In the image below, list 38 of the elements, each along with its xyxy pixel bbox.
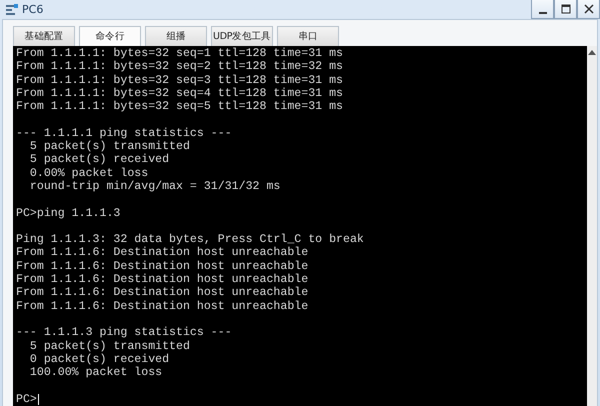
- terminal-line: 5 packet(s) received: [28, 153, 170, 167]
- minimize-button[interactable]: [531, 0, 554, 19]
- terminal-line: From 1.1.1.1: bytes=32 seq=4 ttl=128 time=31 ms: [16, 86, 343, 100]
- terminal-line: From 1.1.1.6: Destination host unreachable: [16, 273, 308, 286]
- terminal-line: round-trip min/avg/max = 31/31/32 ms: [28, 180, 280, 194]
- terminal-line: 5 packet(s) transmitted: [28, 140, 190, 154]
- close-icon: [584, 4, 594, 14]
- tab[interactable]: 串口: [277, 26, 339, 46]
- terminal-line: From 1.1.1.1: bytes=32 seq=1 ttl=128 time=31 ms: [16, 47, 343, 60]
- terminal-line: From 1.1.1.6: Destination host unreachable: [16, 260, 308, 274]
- window-title: PC6: [22, 3, 44, 16]
- maximize-icon: [560, 4, 570, 14]
- terminal-line: --- 1.1.1.1 ping statistics ---: [16, 126, 232, 140]
- terminal-line: 0 packet(s) received: [28, 352, 170, 366]
- scrollbar[interactable]: [587, 46, 597, 406]
- terminal-line: PC>ping 1.1.1.3: [16, 206, 120, 220]
- command-prompt: PC>: [16, 392, 37, 406]
- maximize-button[interactable]: [554, 0, 577, 19]
- terminal-line: 100.00% packet loss: [28, 366, 162, 380]
- terminal-line: From 1.1.1.1: bytes=32 seq=5 ttl=128 time=31 ms: [16, 100, 343, 114]
- scroll-up-icon[interactable]: [588, 49, 596, 55]
- tab[interactable]: 命令行: [79, 26, 141, 46]
- terminal-line: From 1.1.1.1: bytes=32 seq=2 ttl=128 time=32 ms: [16, 60, 343, 74]
- tab[interactable]: UDP发包工具: [211, 26, 273, 46]
- terminal-line: From 1.1.1.6: Destination host unreachable: [16, 300, 308, 313]
- terminal-line: 5 packet(s) transmitted: [28, 340, 190, 353]
- app-icon: [5, 2, 19, 16]
- tab[interactable]: 组播: [145, 26, 207, 46]
- terminal-line: 0.00% packet loss: [28, 166, 148, 180]
- close-button[interactable]: [577, 0, 600, 19]
- terminal-line: From 1.1.1.1: bytes=32 seq=3 ttl=128 time=31 ms: [16, 74, 343, 87]
- tab[interactable]: 基础配置: [13, 26, 75, 46]
- terminal-line: From 1.1.1.6: Destination host unreachable: [16, 246, 308, 260]
- terminal-line: Ping 1.1.1.3: 32 data bytes, Press Ctrl_C to break: [16, 233, 364, 246]
- terminal-line: --- 1.1.1.3 ping statistics ---: [16, 326, 232, 340]
- text-cursor: [38, 394, 39, 405]
- terminal-line: From 1.1.1.6: Destination host unreachable: [16, 286, 308, 300]
- minimize-icon: [538, 12, 546, 14]
